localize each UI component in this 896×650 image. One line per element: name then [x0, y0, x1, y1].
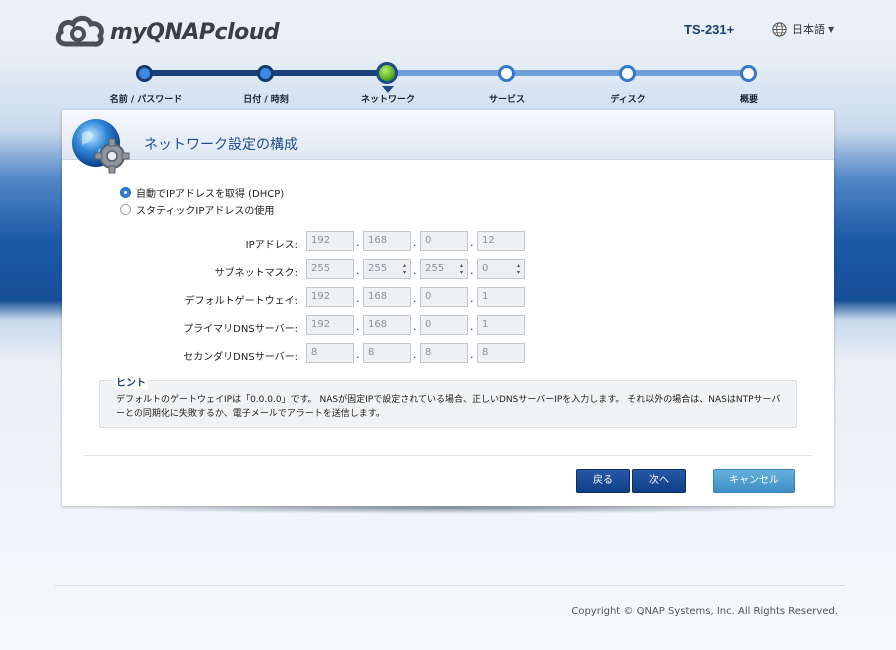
progress-track-remaining	[388, 70, 750, 76]
radio-static[interactable]	[120, 204, 131, 215]
dot-separator: .	[356, 320, 360, 333]
chevron-down-icon: ▼	[828, 24, 835, 34]
step-label-network: ネットワーク	[360, 95, 416, 105]
step-dot-network	[376, 62, 398, 84]
dot-separator: .	[356, 348, 360, 361]
primary-dns-label: プライマリDNSサーバー:	[183, 324, 298, 335]
dot-separator: .	[356, 292, 360, 305]
primary-dns-octet-4[interactable]: 1	[477, 315, 525, 335]
dot-separator: .	[413, 348, 417, 361]
copyright-text: Copyright © QNAP Systems, Inc. All Right…	[571, 606, 838, 617]
dot-separator: .	[470, 264, 474, 277]
step-label-disk: ディスク	[610, 95, 646, 105]
myqnapcloud-logo: myQNAPcloud	[54, 12, 280, 52]
step-dot-summary	[740, 65, 757, 82]
secondary-dns-label: セカンダリDNSサーバー:	[183, 352, 298, 363]
secondary-dns-octet-1[interactable]: 8	[306, 343, 354, 363]
primary-dns-octet-3[interactable]: 0	[420, 315, 468, 335]
logo-text: myQNAPcloud	[110, 19, 280, 45]
footer-divider	[55, 585, 845, 586]
cloud-logo-icon	[55, 15, 104, 47]
radio-dhcp-option[interactable]: 自動でIPアドレスを取得 (DHCP)	[120, 185, 284, 200]
mask-octet-4-select[interactable]: 0	[477, 259, 525, 279]
panel-divider	[84, 455, 812, 456]
mask-octet-3-select[interactable]: 255	[420, 259, 468, 279]
step-dot-disk	[619, 65, 636, 82]
radio-dhcp[interactable]	[120, 187, 131, 198]
dot-separator: .	[470, 236, 474, 249]
mask-octet-2-select[interactable]: 255	[363, 259, 411, 279]
subnet-mask-label: サブネットマスク:	[214, 268, 298, 279]
gateway-octet-3[interactable]: 0	[420, 287, 468, 307]
secondary-dns-octet-2[interactable]: 8	[363, 343, 411, 363]
step-dot-services	[498, 65, 515, 82]
gateway-octet-2[interactable]: 168	[363, 287, 411, 307]
primary-dns-octet-2[interactable]: 168	[363, 315, 411, 335]
dot-separator: .	[413, 236, 417, 249]
cancel-button[interactable]: キャンセル	[713, 469, 795, 493]
globe-icon	[772, 21, 787, 37]
ip-octet-2[interactable]: 168	[363, 231, 411, 251]
gateway-octet-1[interactable]: 192	[306, 287, 354, 307]
panel-title: ネットワーク設定の構成	[144, 137, 298, 153]
radio-static-option[interactable]: スタティックIPアドレスの使用	[120, 202, 274, 217]
step-label-name-password: 名前 / パスワード	[109, 95, 183, 105]
dot-separator: .	[356, 264, 360, 277]
step-label-summary: 概要	[739, 95, 759, 105]
primary-dns-octet-1[interactable]: 192	[306, 315, 354, 335]
language-selector[interactable]: 日本語 ▼	[772, 21, 834, 37]
ip-address-label: IPアドレス:	[245, 240, 298, 251]
hint-title: ヒント	[114, 374, 148, 389]
secondary-dns-octet-4[interactable]: 8	[477, 343, 525, 363]
device-model: TS-231+	[684, 22, 735, 37]
dot-separator: .	[470, 348, 474, 361]
network-settings-globe-gear-icon	[72, 119, 130, 174]
dot-separator: .	[413, 264, 417, 277]
step-dot-name-password	[136, 65, 153, 82]
next-button[interactable]: 次へ	[632, 469, 686, 493]
step-dot-date-time	[257, 65, 274, 82]
secondary-dns-octet-3[interactable]: 8	[420, 343, 468, 363]
hint-text: デフォルトのゲートウェイIPは「0.0.0.0」です。 NASが固定IPで設定さ…	[116, 395, 781, 419]
language-label: 日本語	[792, 23, 825, 36]
dot-separator: .	[356, 236, 360, 249]
ip-octet-4[interactable]: 12	[477, 231, 525, 251]
gateway-octet-4[interactable]: 1	[477, 287, 525, 307]
dot-separator: .	[413, 320, 417, 333]
radio-dhcp-label: 自動でIPアドレスを取得 (DHCP)	[136, 189, 285, 200]
ip-octet-3[interactable]: 0	[420, 231, 468, 251]
step-label-services: サービス	[488, 95, 526, 105]
back-button[interactable]: 戻る	[576, 469, 630, 493]
radio-static-label: スタティックIPアドレスの使用	[136, 206, 275, 217]
ip-octet-1[interactable]: 192	[306, 231, 354, 251]
dot-separator: .	[413, 292, 417, 305]
step-label-date-time: 日付 / 時刻	[243, 95, 289, 105]
dot-separator: .	[470, 292, 474, 305]
gateway-label: デフォルトゲートウェイ:	[184, 296, 298, 307]
dot-separator: .	[470, 320, 474, 333]
network-settings-panel: ネットワーク設定の構成 自動でIPアドレスを取得 (DHCP) スタティックIP…	[62, 110, 834, 506]
mask-octet-1[interactable]: 255	[306, 259, 354, 279]
